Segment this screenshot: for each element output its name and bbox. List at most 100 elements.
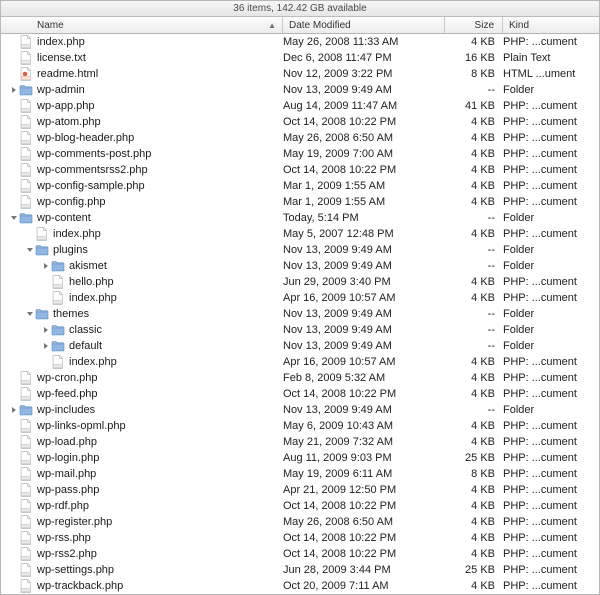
file-date: Nov 13, 2009 9:49 AM (283, 308, 445, 320)
php-file-icon (19, 579, 33, 593)
file-row[interactable]: wp-comments-post.phpMay 19, 2009 7:00 AM… (1, 146, 599, 162)
file-row[interactable]: index.phpApr 16, 2009 10:57 AM4 KBPHP: .… (1, 290, 599, 306)
folder-icon (19, 211, 33, 225)
file-row[interactable]: wp-load.phpMay 21, 2009 7:32 AM4 KBPHP: … (1, 434, 599, 450)
file-row[interactable]: wp-pass.phpApr 21, 2009 12:50 PM4 KBPHP:… (1, 482, 599, 498)
file-name: wp-trackback.php (37, 580, 123, 592)
file-row[interactable]: wp-register.phpMay 26, 2008 6:50 AM4 KBP… (1, 514, 599, 530)
file-row[interactable]: readme.htmlNov 12, 2009 3:22 PM8 KBHTML … (1, 66, 599, 82)
column-header-size[interactable]: Size (445, 17, 503, 33)
disclosure-triangle-icon[interactable] (41, 342, 51, 350)
file-row[interactable]: wp-cron.phpFeb 8, 2009 5:32 AM4 KBPHP: .… (1, 370, 599, 386)
file-row[interactable]: wp-feed.phpOct 14, 2008 10:22 PM4 KBPHP:… (1, 386, 599, 402)
file-size: 4 KB (445, 356, 503, 368)
file-row[interactable]: themesNov 13, 2009 9:49 AM--Folder (1, 306, 599, 322)
disclosure-triangle-icon[interactable] (9, 406, 19, 414)
file-row[interactable]: wp-trackback.phpOct 20, 2009 7:11 AM4 KB… (1, 578, 599, 594)
file-row[interactable]: wp-includesNov 13, 2009 9:49 AM--Folder (1, 402, 599, 418)
file-row[interactable]: wp-links-opml.phpMay 6, 2009 10:43 AM4 K… (1, 418, 599, 434)
disclosure-triangle-icon[interactable] (9, 86, 19, 94)
disclosure-triangle-icon[interactable] (41, 326, 51, 334)
file-row[interactable]: wp-mail.phpMay 19, 2009 6:11 AM8 KBPHP: … (1, 466, 599, 482)
file-row[interactable]: wp-rss.phpOct 14, 2008 10:22 PM4 KBPHP: … (1, 530, 599, 546)
php-file-icon (35, 227, 49, 241)
column-header-size-label: Size (475, 20, 494, 31)
file-date: May 5, 2007 12:48 PM (283, 228, 445, 240)
file-date: Nov 13, 2009 9:49 AM (283, 324, 445, 336)
file-row[interactable]: index.phpApr 16, 2009 10:57 AM4 KBPHP: .… (1, 354, 599, 370)
file-name: wp-register.php (37, 516, 112, 528)
php-file-icon (19, 467, 33, 481)
file-date: Apr 16, 2009 10:57 AM (283, 356, 445, 368)
file-kind: Folder (503, 404, 599, 416)
file-size: 4 KB (445, 580, 503, 592)
file-list[interactable]: index.phpMay 26, 2008 11:33 AM4 KBPHP: .… (1, 34, 599, 594)
file-row[interactable]: wp-login.phpAug 11, 2009 9:03 PM25 KBPHP… (1, 450, 599, 466)
file-row[interactable]: wp-atom.phpOct 14, 2008 10:22 PM4 KBPHP:… (1, 114, 599, 130)
folder-icon (19, 403, 33, 417)
disclosure-triangle-icon[interactable] (25, 310, 35, 318)
file-size: -- (445, 324, 503, 336)
file-row[interactable]: hello.phpJun 29, 2009 3:40 PM4 KBPHP: ..… (1, 274, 599, 290)
column-header-date[interactable]: Date Modified (283, 17, 445, 33)
file-kind: Plain Text (503, 52, 599, 64)
file-row[interactable]: index.phpMay 26, 2008 11:33 AM4 KBPHP: .… (1, 34, 599, 50)
file-size: 4 KB (445, 276, 503, 288)
disclosure-triangle-icon[interactable] (9, 214, 19, 222)
file-row[interactable]: wp-config.phpMar 1, 2009 1:55 AM4 KBPHP:… (1, 194, 599, 210)
file-kind: PHP: ...cument (503, 580, 599, 592)
file-name: classic (69, 324, 102, 336)
file-date: Aug 14, 2009 11:47 AM (283, 100, 445, 112)
column-header-row: Name ▲ Date Modified Size Kind (1, 17, 599, 34)
file-name: index.php (37, 36, 85, 48)
php-file-icon (19, 515, 33, 529)
php-file-icon (19, 115, 33, 129)
file-date: Today, 5:14 PM (283, 212, 445, 224)
file-row[interactable]: wp-app.phpAug 14, 2009 11:47 AM41 KBPHP:… (1, 98, 599, 114)
file-name: wp-config.php (37, 196, 106, 208)
file-row[interactable]: wp-settings.phpJun 28, 2009 3:44 PM25 KB… (1, 562, 599, 578)
php-file-icon (19, 563, 33, 577)
file-kind: PHP: ...cument (503, 436, 599, 448)
file-name: wp-includes (37, 404, 95, 416)
file-row[interactable]: wp-rdf.phpOct 14, 2008 10:22 PM4 KBPHP: … (1, 498, 599, 514)
file-name: wp-atom.php (37, 116, 101, 128)
file-row[interactable]: wp-config-sample.phpMar 1, 2009 1:55 AM4… (1, 178, 599, 194)
file-row[interactable]: wp-rss2.phpOct 14, 2008 10:22 PM4 KBPHP:… (1, 546, 599, 562)
file-row[interactable]: wp-contentToday, 5:14 PM--Folder (1, 210, 599, 226)
file-name: wp-settings.php (37, 564, 114, 576)
php-file-icon (19, 35, 33, 49)
file-size: -- (445, 340, 503, 352)
finder-window: 36 items, 142.42 GB available Name ▲ Dat… (0, 0, 600, 595)
file-row[interactable]: classic Nov 13, 2009 9:49 AM--Folder (1, 322, 599, 338)
html-file-icon (19, 67, 33, 81)
file-kind: Folder (503, 324, 599, 336)
file-kind: PHP: ...cument (503, 484, 599, 496)
file-row[interactable]: defaultNov 13, 2009 9:49 AM--Folder (1, 338, 599, 354)
file-row[interactable]: license.txtDec 6, 2008 11:47 PM16 KBPlai… (1, 50, 599, 66)
file-size: 8 KB (445, 468, 503, 480)
file-kind: PHP: ...cument (503, 36, 599, 48)
file-date: Nov 13, 2009 9:49 AM (283, 84, 445, 96)
file-size: 25 KB (445, 564, 503, 576)
file-kind: PHP: ...cument (503, 228, 599, 240)
file-row[interactable]: pluginsNov 13, 2009 9:49 AM--Folder (1, 242, 599, 258)
file-name: akismet (69, 260, 107, 272)
file-row[interactable]: wp-commentsrss2.phpOct 14, 2008 10:22 PM… (1, 162, 599, 178)
disclosure-triangle-icon[interactable] (25, 246, 35, 254)
file-row[interactable]: wp-adminNov 13, 2009 9:49 AM--Folder (1, 82, 599, 98)
file-kind: PHP: ...cument (503, 452, 599, 464)
file-row[interactable]: akismetNov 13, 2009 9:49 AM--Folder (1, 258, 599, 274)
file-row[interactable]: index.phpMay 5, 2007 12:48 PM4 KBPHP: ..… (1, 226, 599, 242)
file-row[interactable]: wp-blog-header.phpMay 26, 2008 6:50 AM4 … (1, 130, 599, 146)
file-date: May 6, 2009 10:43 AM (283, 420, 445, 432)
disclosure-triangle-icon[interactable] (41, 262, 51, 270)
file-date: Mar 1, 2009 1:55 AM (283, 180, 445, 192)
column-header-kind[interactable]: Kind (503, 17, 599, 33)
column-header-name[interactable]: Name ▲ (1, 17, 283, 33)
php-file-icon (19, 179, 33, 193)
file-name: wp-app.php (37, 100, 95, 112)
file-date: Nov 13, 2009 9:49 AM (283, 260, 445, 272)
file-size: 4 KB (445, 548, 503, 560)
file-size: 4 KB (445, 484, 503, 496)
